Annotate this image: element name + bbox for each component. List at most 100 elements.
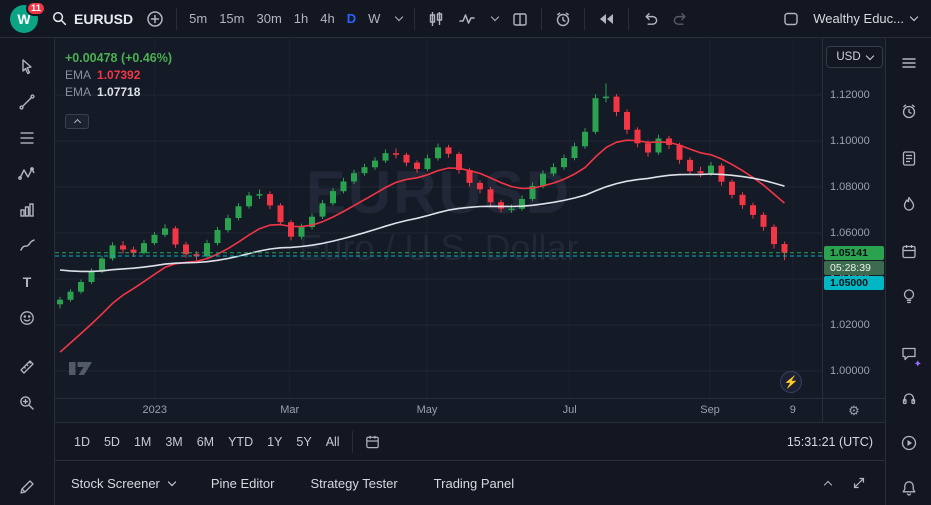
panel-collapse-button[interactable] [820, 476, 833, 490]
workspace: T EURUSD Euro / U.S. Dollar +0.00478 (+0… [0, 38, 931, 505]
hotlists-button[interactable] [894, 189, 924, 219]
compare-add-button[interactable] [140, 6, 170, 32]
range-all[interactable]: All [319, 431, 347, 453]
chevron-down-icon [491, 13, 499, 21]
toolbar-divider [628, 8, 629, 30]
top-toolbar: W 11 EURUSD 5m15m30m1h4hDW [0, 0, 931, 38]
interval-w[interactable]: W [362, 7, 386, 30]
range-group: 1D5D1M3M6MYTD1Y5YAll [67, 431, 347, 453]
panel-maximize-button[interactable] [849, 473, 869, 493]
lightning-button[interactable]: ⚡ [780, 371, 802, 393]
market-replay-button[interactable] [894, 428, 924, 458]
chat-button[interactable]: ✦ [894, 338, 924, 368]
tool-edit[interactable] [12, 472, 42, 502]
bell-icon [900, 479, 918, 497]
last-price-label: 1.05141 [824, 246, 884, 260]
alerts-button[interactable] [894, 96, 924, 126]
range-1y[interactable]: 1Y [260, 431, 289, 453]
price-axis[interactable]: USD 1.000001.020001.040001.060001.080001… [822, 38, 885, 398]
indicator-row[interactable]: EMA 1.07718 [65, 84, 172, 101]
chart-type-button[interactable] [421, 6, 451, 32]
text-icon: T [23, 274, 32, 290]
go-to-date-icon [364, 433, 381, 450]
range-1d[interactable]: 1D [67, 431, 97, 453]
currency-select[interactable]: USD [826, 46, 883, 68]
interval-4h[interactable]: 4h [314, 7, 340, 30]
price-tick-label: 1.10000 [830, 135, 870, 147]
layout-grid-button[interactable] [505, 6, 535, 32]
tool-cursor[interactable] [12, 52, 42, 82]
undo-button[interactable] [635, 6, 665, 31]
account-menu[interactable]: Wealthy Educ... [807, 7, 923, 30]
tab-label: Strategy Tester [310, 476, 397, 491]
indicator-row[interactable]: EMA 1.07392 [65, 67, 172, 84]
stock-screener-tab[interactable]: Stock Screener [71, 476, 175, 491]
interval-15m[interactable]: 15m [213, 7, 250, 30]
fib-retracement-icon [18, 129, 36, 147]
tool-trend-line[interactable] [12, 87, 42, 117]
ema-slow-value: 1.07718 [97, 84, 140, 101]
chevron-down-icon [395, 13, 403, 21]
bar-replay-button[interactable] [591, 6, 622, 32]
tool-emoji[interactable] [12, 303, 42, 333]
support-button[interactable] [894, 383, 924, 413]
news-button[interactable] [894, 143, 924, 173]
trading-panel-tab[interactable]: Trading Panel [434, 476, 514, 491]
notifications-button[interactable] [894, 473, 924, 503]
toolbar-divider [584, 8, 585, 30]
legend-collapse-button[interactable] [65, 114, 89, 129]
save-layout-button[interactable] [776, 6, 806, 32]
ruler-icon [18, 358, 36, 376]
tool-text[interactable]: T [12, 267, 42, 297]
time-axis[interactable]: 2023MarMayJulSep9 ⚙ [55, 398, 885, 422]
chevron-down-icon [168, 477, 176, 485]
chart-column: EURUSD Euro / U.S. Dollar +0.00478 (+0.4… [55, 38, 885, 505]
indicator-templates-button[interactable] [483, 13, 504, 24]
range-6m[interactable]: 6M [190, 431, 221, 453]
time-tick-label: 2023 [142, 404, 166, 416]
watchlist-button[interactable] [894, 48, 924, 78]
price-tick-label: 1.08000 [830, 181, 870, 193]
tool-forecast[interactable] [12, 195, 42, 225]
time-tick-label: May [417, 404, 438, 416]
pine-editor-tab[interactable]: Pine Editor [211, 476, 275, 491]
range-ytd[interactable]: YTD [221, 431, 260, 453]
strategy-tester-tab[interactable]: Strategy Tester [310, 476, 397, 491]
brand-logo[interactable]: W 11 [8, 1, 44, 37]
interval-5m[interactable]: 5m [183, 7, 213, 30]
chart-row: EURUSD Euro / U.S. Dollar +0.00478 (+0.4… [55, 38, 885, 398]
symbol-name: EURUSD [74, 11, 133, 27]
range-5d[interactable]: 5D [97, 431, 127, 453]
interval-menu-button[interactable] [387, 13, 408, 24]
price-tick-label: 1.00000 [830, 365, 870, 377]
range-1m[interactable]: 1M [127, 431, 158, 453]
save-layout-icon [782, 10, 800, 28]
tool-brush[interactable] [12, 231, 42, 261]
tool-measure[interactable] [12, 352, 42, 382]
interval-30m[interactable]: 30m [250, 7, 287, 30]
range-3m[interactable]: 3M [158, 431, 189, 453]
interval-1h[interactable]: 1h [288, 7, 314, 30]
redo-button[interactable] [666, 6, 696, 31]
chart-pane[interactable]: EURUSD Euro / U.S. Dollar +0.00478 (+0.4… [55, 38, 822, 398]
indicators-button[interactable] [452, 6, 482, 32]
watchlist-icon [900, 54, 918, 72]
alert-button[interactable] [548, 6, 578, 32]
chart-settings-button[interactable]: ⚙ [822, 399, 885, 422]
tool-zoom[interactable] [12, 388, 42, 418]
calendar-button[interactable] [894, 236, 924, 266]
news-icon [900, 149, 918, 167]
indicator-name: EMA [65, 84, 91, 101]
chevron-down-icon [910, 13, 918, 21]
interval-d[interactable]: D [341, 7, 362, 30]
go-to-date-button[interactable] [358, 429, 387, 454]
time-tick-label: Sep [700, 404, 720, 416]
clock-utc[interactable]: 15:31:21 (UTC) [787, 435, 873, 449]
plus-circle-icon [146, 10, 164, 28]
tool-fib-retracement[interactable] [12, 123, 42, 153]
search-icon [51, 10, 68, 27]
ideas-button[interactable] [894, 281, 924, 311]
range-5y[interactable]: 5Y [289, 431, 318, 453]
tool-pattern[interactable] [12, 159, 42, 189]
symbol-search-button[interactable]: EURUSD [45, 6, 139, 31]
